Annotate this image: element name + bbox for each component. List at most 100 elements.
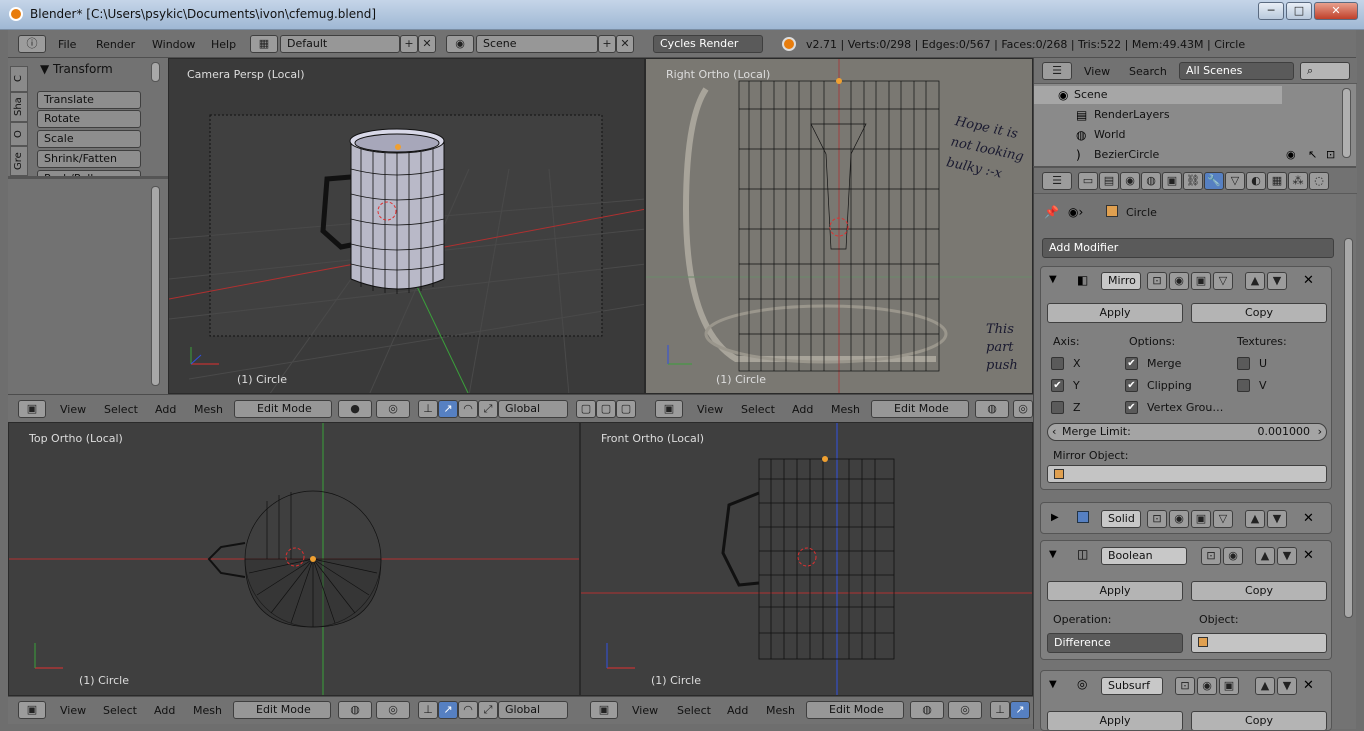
solid-render-toggle-icon[interactable]: ⊡ bbox=[1147, 510, 1167, 528]
mirror-apply-button[interactable]: Apply bbox=[1047, 303, 1183, 323]
scale-button[interactable]: Scale bbox=[37, 130, 141, 148]
menu-mesh[interactable]: Mesh bbox=[831, 403, 860, 416]
viewport-top[interactable]: Top Ortho (Local) (1) Circle bbox=[8, 422, 580, 696]
menu-mesh[interactable]: Mesh bbox=[193, 704, 222, 717]
outliner-item-renderlayers[interactable]: RenderLayers bbox=[1094, 108, 1170, 121]
scene-field[interactable]: Scene bbox=[476, 35, 598, 53]
tab-sha[interactable]: Sha bbox=[10, 92, 28, 122]
outliner-item-beziercircle[interactable]: BezierCircle bbox=[1094, 148, 1159, 161]
mirror-move-down-icon[interactable]: ▼ bbox=[1267, 272, 1287, 290]
shrink-fatten-button[interactable]: Shrink/Fatten bbox=[37, 150, 141, 168]
solid-move-down-icon[interactable]: ▼ bbox=[1267, 510, 1287, 528]
properties-scrollbar[interactable] bbox=[1344, 238, 1353, 618]
tab-c[interactable]: C bbox=[10, 66, 28, 92]
boolean-move-down-icon[interactable]: ▼ bbox=[1277, 547, 1297, 565]
scene-remove-icon[interactable]: ✕ bbox=[616, 35, 634, 53]
subsurf-render-toggle-icon[interactable]: ⊡ bbox=[1175, 677, 1195, 695]
editor-type-icon[interactable]: ▣ bbox=[655, 400, 683, 418]
scene-add-icon[interactable]: + bbox=[598, 35, 616, 53]
boolean-object-field[interactable] bbox=[1191, 633, 1327, 653]
manipulator-icon[interactable]: ⊥ bbox=[418, 400, 438, 418]
editor-type-icon[interactable]: ☰ bbox=[1042, 62, 1072, 80]
modifiers-wrench-icon[interactable]: 🔧 bbox=[1204, 172, 1224, 190]
axis-y-checkbox[interactable]: ✔ bbox=[1051, 379, 1064, 392]
scene-tab-icon[interactable]: ◉ bbox=[1120, 172, 1140, 190]
merge-limit-decrement-icon[interactable]: ‹ bbox=[1052, 424, 1056, 440]
menu-add[interactable]: Add bbox=[155, 403, 176, 416]
editor-type-icon[interactable]: ▣ bbox=[18, 701, 46, 719]
boolean-move-up-icon[interactable]: ▲ bbox=[1255, 547, 1275, 565]
mirror-collapse-icon[interactable]: ▼ bbox=[1049, 274, 1057, 285]
menu-view[interactable]: View bbox=[60, 704, 86, 717]
subsurf-apply-button[interactable]: Apply bbox=[1047, 711, 1183, 730]
layout-remove-icon[interactable]: ✕ bbox=[418, 35, 436, 53]
subsurf-name-field[interactable]: Subsurf bbox=[1101, 677, 1163, 695]
selectability-cursor-icon[interactable]: ↖ bbox=[1308, 148, 1317, 161]
tool-shelf-scrollbar[interactable] bbox=[151, 62, 160, 82]
subsurf-viewport-toggle-icon[interactable]: ◉ bbox=[1197, 677, 1217, 695]
menu-render[interactable]: Render bbox=[96, 38, 135, 51]
translate-button[interactable]: Translate bbox=[37, 91, 141, 109]
texture-u-checkbox[interactable] bbox=[1237, 357, 1250, 370]
mirror-remove-icon[interactable]: ✕ bbox=[1303, 273, 1314, 288]
mirror-copy-button[interactable]: Copy bbox=[1191, 303, 1327, 323]
merge-limit-increment-icon[interactable]: › bbox=[1318, 424, 1322, 440]
outliner-scrollbar[interactable] bbox=[1342, 88, 1351, 158]
texture-tab-icon[interactable]: ▦ bbox=[1267, 172, 1287, 190]
outliner-search-input[interactable]: ⌕ bbox=[1300, 62, 1350, 80]
solid-expand-icon[interactable]: ▶ bbox=[1051, 512, 1059, 523]
axis-x-checkbox[interactable] bbox=[1051, 357, 1064, 370]
face-select-icon[interactable]: ▢ bbox=[616, 400, 636, 418]
mirror-name-field[interactable]: Mirro bbox=[1101, 272, 1141, 290]
render-camera-icon[interactable]: ⊡ bbox=[1326, 148, 1335, 161]
editor-type-icon[interactable]: ▣ bbox=[590, 701, 618, 719]
menu-view[interactable]: View bbox=[697, 403, 723, 416]
minimize-button[interactable]: ─ bbox=[1258, 2, 1284, 20]
boolean-render-toggle-icon[interactable]: ⊡ bbox=[1201, 547, 1221, 565]
solid-name-field[interactable]: Solid bbox=[1101, 510, 1141, 528]
texture-v-checkbox[interactable] bbox=[1237, 379, 1250, 392]
merge-checkbox[interactable]: ✔ bbox=[1125, 357, 1138, 370]
mirror-object-field[interactable] bbox=[1047, 465, 1327, 483]
menu-select[interactable]: Select bbox=[677, 704, 711, 717]
layout-icon[interactable]: ▦ bbox=[250, 35, 278, 53]
boolean-viewport-toggle-icon[interactable]: ◉ bbox=[1223, 547, 1243, 565]
pivot-icon[interactable]: ◎ bbox=[376, 400, 410, 418]
solid-remove-icon[interactable]: ✕ bbox=[1303, 511, 1314, 526]
viewport-front[interactable]: Front Ortho (Local) (1) Circle bbox=[580, 422, 1033, 696]
menu-select[interactable]: Select bbox=[103, 704, 137, 717]
outliner-item-scene[interactable]: Scene bbox=[1074, 88, 1108, 101]
outliner-menu-search[interactable]: Search bbox=[1129, 65, 1167, 78]
boolean-remove-icon[interactable]: ✕ bbox=[1303, 548, 1314, 563]
orientation-select[interactable]: Global bbox=[498, 701, 568, 719]
shading-icon[interactable]: ◍ bbox=[910, 701, 944, 719]
tab-o[interactable]: O bbox=[10, 122, 28, 146]
viewport-camera[interactable]: Camera Persp (Local) (1) Circle bbox=[168, 58, 645, 394]
solid-viewport-toggle-icon[interactable]: ◉ bbox=[1169, 510, 1189, 528]
manipulator-icon[interactable]: ⊥ bbox=[990, 701, 1010, 719]
solid-move-up-icon[interactable]: ▲ bbox=[1245, 510, 1265, 528]
pivot-icon[interactable]: ◎ bbox=[376, 701, 410, 719]
boolean-name-field[interactable]: Boolean bbox=[1101, 547, 1187, 565]
add-modifier-select[interactable]: Add Modifier bbox=[1042, 238, 1334, 258]
menu-help[interactable]: Help bbox=[211, 38, 236, 51]
axis-z-checkbox[interactable] bbox=[1051, 401, 1064, 414]
rotate-manipulator-icon[interactable]: ◠ bbox=[458, 701, 478, 719]
data-tab-icon[interactable]: ▽ bbox=[1225, 172, 1245, 190]
subsurf-move-down-icon[interactable]: ▼ bbox=[1277, 677, 1297, 695]
transform-panel-header[interactable]: ▼ Transform bbox=[40, 62, 113, 76]
layout-add-icon[interactable]: + bbox=[400, 35, 418, 53]
mode-select[interactable]: Edit Mode bbox=[871, 400, 969, 418]
object-tab-icon[interactable]: ▣ bbox=[1162, 172, 1182, 190]
menu-add[interactable]: Add bbox=[154, 704, 175, 717]
menu-select[interactable]: Select bbox=[104, 403, 138, 416]
maximize-button[interactable]: □ bbox=[1286, 2, 1312, 20]
subsurf-copy-button[interactable]: Copy bbox=[1191, 711, 1327, 730]
translate-manipulator-icon[interactable]: ↗ bbox=[1010, 701, 1030, 719]
mode-select[interactable]: Edit Mode bbox=[234, 400, 332, 418]
tab-gre[interactable]: Gre bbox=[10, 146, 28, 176]
menu-view[interactable]: View bbox=[60, 403, 86, 416]
physics-tab-icon[interactable]: ◌ bbox=[1309, 172, 1329, 190]
close-button[interactable]: ✕ bbox=[1314, 2, 1358, 20]
outliner-filter-select[interactable]: All Scenes bbox=[1179, 62, 1294, 80]
